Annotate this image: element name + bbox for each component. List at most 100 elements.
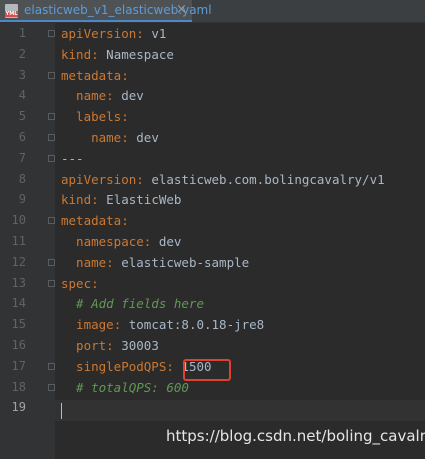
watermark: https://blog.csdn.net/boling_cavalry bbox=[166, 427, 425, 445]
code-line[interactable]: 5 labels: bbox=[0, 106, 425, 127]
line-number: 1 bbox=[18, 26, 26, 40]
line-number: 6 bbox=[18, 130, 26, 144]
yaml-colon: : bbox=[121, 109, 129, 125]
yaml-colon: : bbox=[136, 26, 152, 41]
code-text: apiVersion: v1 bbox=[61, 23, 166, 44]
text-cursor bbox=[61, 403, 62, 419]
code-line[interactable]: 12 name: elasticweb-sample bbox=[0, 252, 425, 273]
close-tab-icon[interactable]: × bbox=[176, 2, 187, 17]
yaml-colon: : bbox=[91, 275, 99, 291]
code-line[interactable]: 14 # Add fields here bbox=[0, 293, 425, 314]
line-number: 2 bbox=[18, 46, 26, 61]
yaml-value: elasticweb.com.bolingcavalry/v1 bbox=[151, 171, 385, 187]
line-number: 11 bbox=[11, 234, 26, 248]
code-line[interactable]: 4 name: dev bbox=[0, 85, 425, 106]
file-tab[interactable]: YML elasticweb_v1_elasticweb.yaml × bbox=[0, 0, 212, 22]
code-line[interactable]: 10 metadata: bbox=[0, 210, 425, 231]
line-number: 9 bbox=[18, 192, 26, 207]
line-number: 18 bbox=[11, 379, 26, 394]
fold-marker-icon[interactable] bbox=[48, 113, 55, 121]
code-line[interactable]: 8 apiVersion: elasticweb.com.bolingcavalr… bbox=[0, 169, 425, 190]
editor-tab-bar: YML elasticweb_v1_elasticweb.yaml × bbox=[0, 0, 425, 23]
line-number: 5 bbox=[18, 109, 26, 124]
yaml-key: singlePodQPS bbox=[61, 358, 167, 374]
code-text: labels: bbox=[61, 106, 129, 127]
code-line[interactable]: 1 apiVersion: v1 bbox=[0, 23, 425, 44]
code-line[interactable]: 2 kind: Namespace bbox=[0, 44, 425, 65]
code-text: namespace: dev bbox=[61, 231, 181, 252]
yaml-comment: # totalQPS: 600 bbox=[61, 379, 189, 395]
yaml-value: dev bbox=[136, 130, 159, 145]
line-number: 3 bbox=[18, 67, 26, 82]
code-text: --- bbox=[61, 148, 84, 169]
code-line[interactable]: 3 metadata: bbox=[0, 65, 425, 86]
line-number: 17 bbox=[11, 358, 26, 373]
yaml-value: --- bbox=[61, 150, 84, 166]
fold-marker-icon[interactable] bbox=[48, 279, 55, 287]
code-line[interactable]: 6 name: dev bbox=[0, 127, 425, 148]
code-text: kind: Namespace bbox=[61, 44, 174, 65]
yaml-key: image bbox=[61, 317, 114, 333]
yaml-value: v1 bbox=[151, 26, 167, 41]
code-line[interactable]: 13 spec: bbox=[0, 273, 425, 294]
code-line[interactable]: 9 kind: ElasticWeb bbox=[0, 189, 425, 210]
yaml-key: port bbox=[61, 338, 107, 353]
yaml-key: labels bbox=[61, 109, 122, 125]
fold-marker-icon[interactable] bbox=[48, 154, 55, 162]
fold-marker-icon[interactable] bbox=[48, 134, 55, 141]
line-number: 15 bbox=[11, 317, 26, 332]
yaml-colon: : bbox=[113, 317, 129, 333]
yaml-key: metadata bbox=[61, 67, 122, 83]
fold-marker-icon[interactable] bbox=[48, 217, 55, 225]
yaml-colon: : bbox=[166, 358, 182, 374]
line-number: 10 bbox=[11, 213, 26, 228]
code-text: apiVersion: elasticweb.com.bolingcavalry… bbox=[61, 169, 385, 190]
code-line[interactable]: 7 --- bbox=[0, 148, 425, 169]
line-number: 4 bbox=[18, 88, 26, 103]
code-line[interactable]: 11 namespace: dev bbox=[0, 231, 425, 252]
code-text: name: dev bbox=[61, 127, 159, 148]
yaml-key: metadata bbox=[61, 213, 122, 229]
code-text: spec: bbox=[61, 273, 99, 294]
fold-marker-icon[interactable] bbox=[48, 362, 55, 370]
line-number: 16 bbox=[11, 338, 26, 352]
fold-marker-icon[interactable] bbox=[48, 30, 55, 37]
yaml-colon: : bbox=[106, 254, 122, 270]
yaml-key: name bbox=[61, 254, 107, 270]
yaml-colon: : bbox=[121, 130, 137, 145]
yaml-key: name bbox=[61, 88, 107, 104]
line-number: 8 bbox=[18, 171, 26, 186]
yaml-key: apiVersion bbox=[61, 171, 137, 187]
value-highlight-box bbox=[183, 359, 231, 381]
yaml-comment: # Add fields here bbox=[61, 296, 204, 312]
yaml-colon: : bbox=[91, 46, 107, 62]
code-text: # Add fields here bbox=[61, 293, 204, 314]
yaml-colon: : bbox=[121, 213, 129, 229]
yaml-value: 30003 bbox=[121, 338, 159, 353]
yaml-value: elasticweb-sample bbox=[121, 254, 250, 270]
yaml-key: name bbox=[61, 130, 122, 145]
code-text: metadata: bbox=[61, 210, 129, 231]
code-line[interactable]: 15 image: tomcat:8.0.18-jre8 bbox=[0, 314, 425, 335]
fold-marker-icon[interactable] bbox=[48, 383, 55, 391]
code-text: metadata: bbox=[61, 65, 129, 86]
yaml-colon: : bbox=[106, 88, 122, 104]
code-line[interactable]: 19 bbox=[0, 397, 425, 418]
line-number: 13 bbox=[11, 275, 26, 290]
yaml-value: dev bbox=[121, 88, 144, 104]
yaml-file-icon: YML bbox=[5, 4, 18, 18]
line-number: 19 bbox=[11, 400, 26, 415]
code-text: image: tomcat:8.0.18-jre8 bbox=[61, 314, 264, 335]
yaml-key: apiVersion bbox=[61, 26, 137, 41]
code-text: name: dev bbox=[61, 85, 144, 106]
code-line[interactable]: 16 port: 30003 bbox=[0, 335, 425, 356]
yaml-value: tomcat:8.0.18-jre8 bbox=[128, 317, 265, 333]
line-number: 14 bbox=[11, 296, 26, 311]
yaml-value: dev bbox=[158, 234, 182, 249]
yaml-colon: : bbox=[136, 171, 152, 187]
fold-marker-icon[interactable] bbox=[48, 258, 55, 266]
fold-marker-icon[interactable] bbox=[48, 71, 55, 79]
line-number: 12 bbox=[11, 254, 26, 269]
yaml-value: Namespace bbox=[106, 46, 174, 62]
code-text: kind: ElasticWeb bbox=[61, 189, 181, 210]
